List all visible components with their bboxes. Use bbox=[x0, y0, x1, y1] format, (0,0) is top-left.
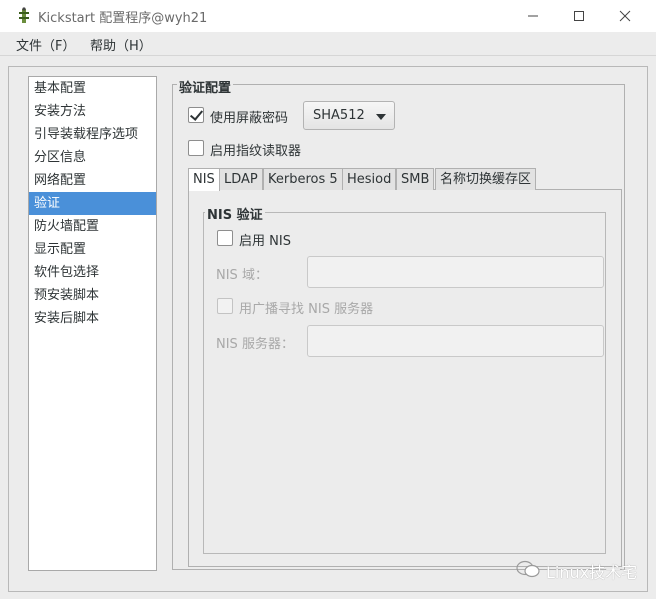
kickstart-window: Kickstart 配置程序@wyh21 文件（F） 帮助（H） 基本配置 安装… bbox=[0, 0, 656, 599]
close-icon bbox=[619, 10, 631, 22]
dropdown-arrow-icon bbox=[376, 114, 386, 120]
nis-auth-title: NIS 验证 bbox=[205, 204, 265, 223]
menu-file[interactable]: 文件（F） bbox=[16, 35, 75, 54]
fingerprint-label: 启用指纹读取器 bbox=[210, 144, 302, 159]
fingerprint-checkbox[interactable] bbox=[188, 140, 204, 156]
tab-name-switch-cache[interactable]: 名称切换缓存区 bbox=[435, 168, 537, 190]
enable-nis-checkbox[interactable] bbox=[217, 230, 233, 246]
sidebar-item-authentication[interactable]: 验证 bbox=[29, 192, 156, 215]
shadow-password-checkbox[interactable] bbox=[188, 107, 204, 123]
shadow-password-label: 使用屏蔽密码 bbox=[210, 111, 289, 126]
broadcast-nis-checkbox[interactable] bbox=[217, 298, 233, 314]
tab-kerberos[interactable]: Kerberos 5 bbox=[263, 168, 343, 190]
nis-server-label: NIS 服务器： bbox=[216, 337, 294, 352]
hash-algorithm-value: SHA512 bbox=[313, 108, 365, 123]
section-list: 基本配置 安装方法 引导装载程序选项 分区信息 网络配置 验证 防火墙配置 显示… bbox=[28, 76, 157, 571]
broadcast-nis-label: 用广播寻找 NIS 服务器 bbox=[239, 302, 374, 317]
title-bar: Kickstart 配置程序@wyh21 bbox=[0, 0, 656, 32]
minimize-button[interactable] bbox=[510, 0, 556, 32]
hash-algorithm-dropdown[interactable]: SHA512 bbox=[303, 101, 395, 130]
kickstart-app-icon bbox=[19, 7, 29, 23]
sidebar-item-display[interactable]: 显示配置 bbox=[29, 238, 156, 261]
sidebar-item-packages[interactable]: 软件包选择 bbox=[29, 261, 156, 284]
nis-domain-label: NIS 域： bbox=[216, 268, 268, 283]
nis-server-field[interactable] bbox=[307, 325, 604, 357]
tab-smb[interactable]: SMB bbox=[396, 168, 435, 190]
sidebar-item-install-method[interactable]: 安装方法 bbox=[29, 100, 156, 123]
sidebar-item-basic[interactable]: 基本配置 bbox=[29, 77, 156, 100]
menu-help[interactable]: 帮助（H） bbox=[90, 35, 152, 54]
close-button[interactable] bbox=[602, 0, 648, 32]
window-title: Kickstart 配置程序@wyh21 bbox=[38, 11, 208, 26]
nis-domain-field[interactable] bbox=[307, 256, 604, 288]
wechat-logo-icon bbox=[516, 560, 540, 578]
watermark-text: Linux技术宅 bbox=[546, 563, 638, 582]
sidebar-item-network[interactable]: 网络配置 bbox=[29, 169, 156, 192]
menu-bar: 文件（F） 帮助（H） bbox=[0, 32, 656, 56]
sidebar-item-firewall[interactable]: 防火墙配置 bbox=[29, 215, 156, 238]
tab-hesiod[interactable]: Hesiod bbox=[342, 168, 397, 190]
tab-ldap[interactable]: LDAP bbox=[219, 168, 263, 190]
maximize-button[interactable] bbox=[556, 0, 602, 32]
sidebar-item-partition[interactable]: 分区信息 bbox=[29, 146, 156, 169]
enable-nis-label: 启用 NIS bbox=[239, 234, 291, 249]
maximize-icon bbox=[574, 11, 584, 21]
minimize-icon bbox=[528, 15, 538, 17]
tab-nis[interactable]: NIS bbox=[188, 168, 220, 191]
auth-config-title: 验证配置 bbox=[177, 77, 234, 96]
sidebar-item-post-script[interactable]: 安装后脚本 bbox=[29, 307, 156, 330]
sidebar-item-bootloader[interactable]: 引导装载程序选项 bbox=[29, 123, 156, 146]
sidebar-item-pre-script[interactable]: 预安装脚本 bbox=[29, 284, 156, 307]
